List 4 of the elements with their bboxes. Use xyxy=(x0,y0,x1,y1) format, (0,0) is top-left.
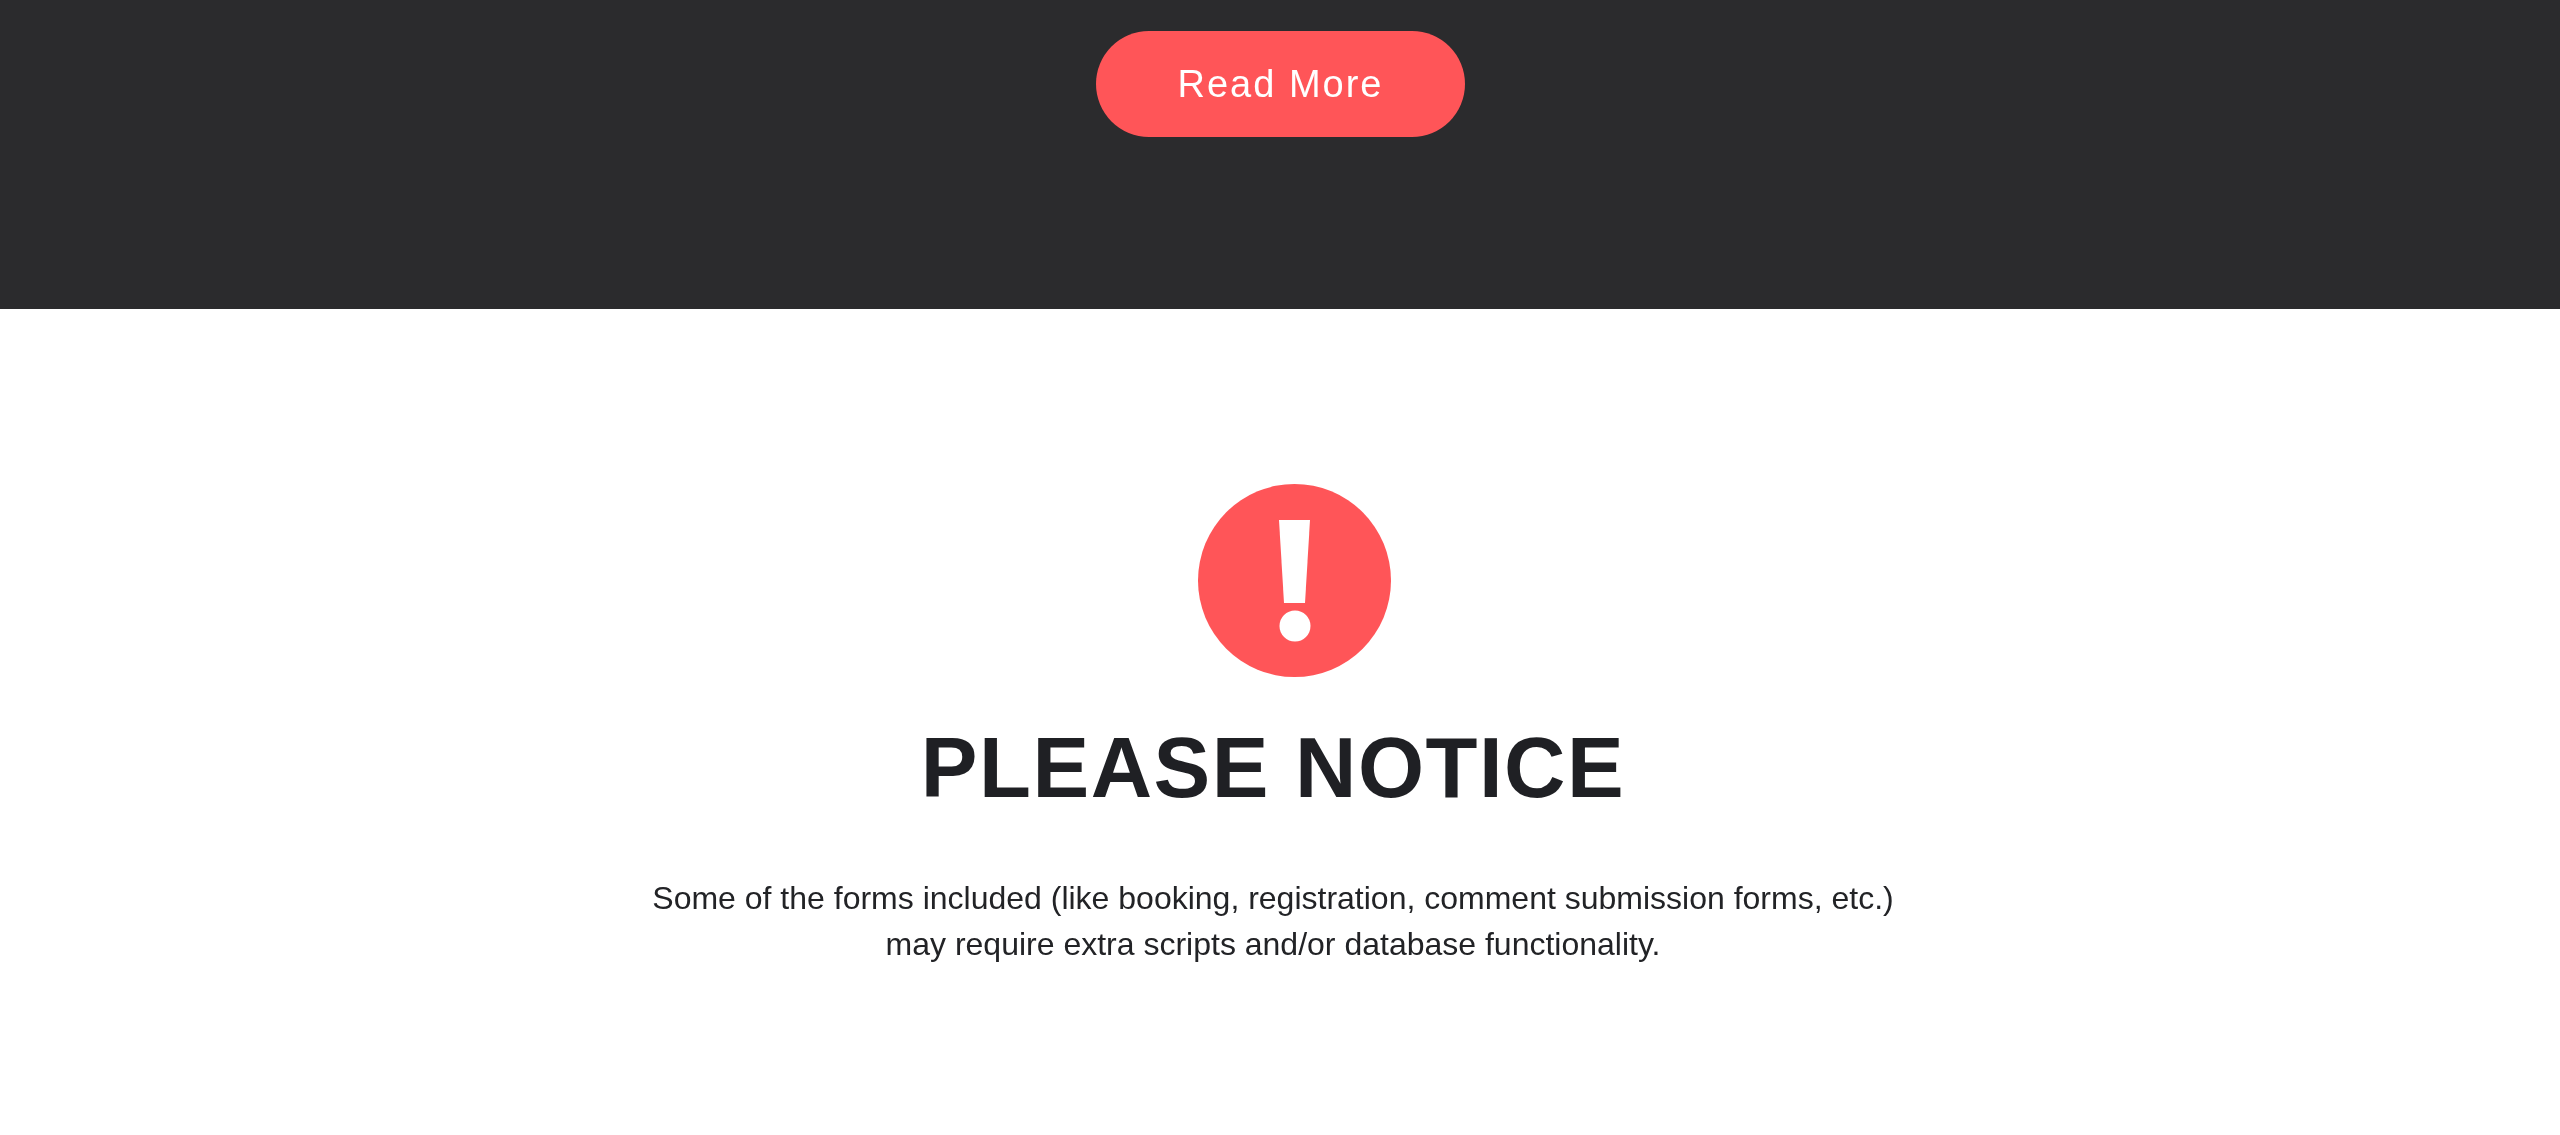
notice-heading: PLEASE NOTICE xyxy=(920,725,1626,810)
read-more-button[interactable]: Read More xyxy=(1096,31,1465,137)
exclamation-circle-icon xyxy=(1198,484,1391,677)
notice-paragraph: Some of the forms included (like booking, registration, comment submission forms, etc.) may require extra scripts and/or database functionality. xyxy=(651,879,1895,964)
